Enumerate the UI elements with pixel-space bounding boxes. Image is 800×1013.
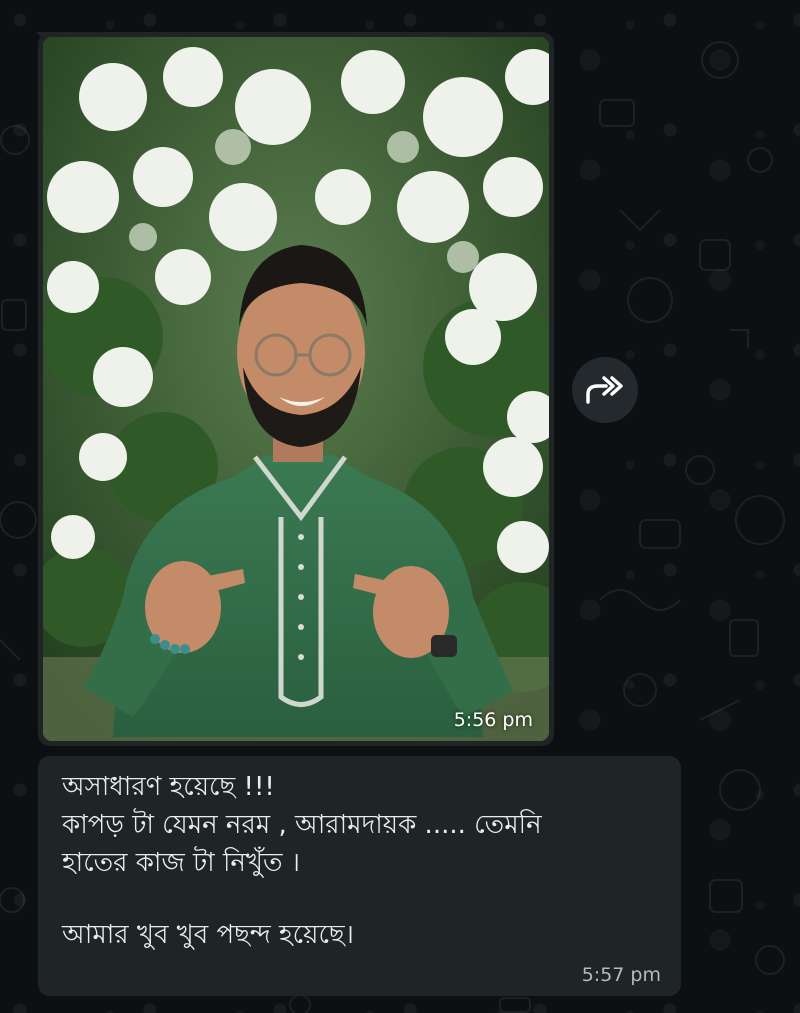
forward-button[interactable] [572, 357, 638, 423]
photo-message-bubble[interactable]: 5:56 pm [36, 32, 554, 746]
forward-icon [586, 376, 623, 404]
photo-attachment[interactable]: 5:56 pm [43, 37, 549, 741]
photo-message-timestamp: 5:56 pm [453, 709, 533, 731]
chat-background: 5:56 pm অসাধারণ হয়েছে !!! কাপড় টা যেমন… [0, 0, 800, 1013]
message-line-1: অসাধারণ হয়েছে !!! [62, 772, 275, 802]
message-line-2: কাপড় টা যেমন নরম , আরামদায়ক ..... তেমন… [62, 810, 542, 840]
text-message-bubble[interactable]: অসাধারণ হয়েছে !!! কাপড় টা যেমন নরম , আ… [38, 756, 681, 996]
message-line-4: আমার খুব খুব পছন্দ হয়েছে। [62, 920, 354, 950]
photo-image [43, 37, 549, 741]
text-message-timestamp: 5:57 pm [581, 964, 661, 986]
message-line-3: হাতের কাজ টা নিখুঁত । [62, 848, 301, 878]
